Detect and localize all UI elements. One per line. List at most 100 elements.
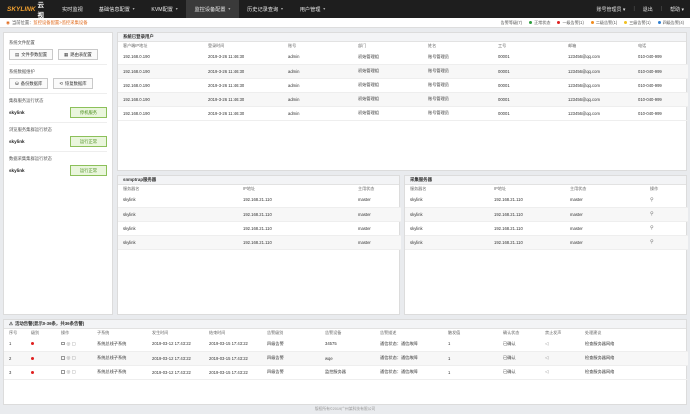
nav-item-user-mgmt[interactable]: 用户管理 ▼ (292, 0, 334, 18)
nav-item-kvm-config[interactable]: KVM配置 ▼ (143, 0, 186, 18)
table-row[interactable]: skylink 192.168.21.110 master ⚲ (405, 221, 688, 236)
panel-title: snmptrap服务器 (118, 176, 399, 185)
table-cell: 010-040-999 (633, 78, 688, 93)
table-cell: master (565, 207, 645, 222)
divider (9, 93, 107, 94)
breadcrumb-level1[interactable]: 监控设备配置 (33, 20, 59, 26)
legend-item-normal[interactable]: 正常状态 (529, 20, 550, 26)
logo-mark: SKYLINK (7, 5, 36, 13)
table-cell: master (565, 193, 645, 208)
help-link[interactable]: 帮助 ▾ (670, 6, 684, 13)
stop-service-button[interactable]: 停机服务 (70, 107, 107, 118)
speaker-icon[interactable]: ◁ (545, 369, 548, 374)
speaker-icon[interactable]: ◁ (545, 341, 548, 346)
table-row[interactable]: skylink 192.168.21.110 master ⚲ (405, 193, 688, 208)
backup-database-button[interactable]: ⛁ 备份数据库 (9, 78, 49, 89)
file-icon: ▤ (15, 51, 20, 57)
alarm-level-dot (31, 370, 34, 374)
table-cell: 2019-03-12 17:43:22 (147, 351, 204, 366)
alarm-level-dot (31, 356, 34, 360)
table-row[interactable]: 192.168.0.190 2019-3-26 11:46:30 admin 初始管理… (118, 50, 688, 65)
breadcrumb-level2[interactable]: 监控采集设备 (62, 20, 88, 26)
table-row[interactable]: 192.168.0.190 2019-3-26 11:46:30 admin 初始管理… (118, 64, 688, 79)
table-cell: 系统总线子系统 (92, 351, 147, 366)
logout-link[interactable]: 退出 (643, 6, 653, 13)
table-cell: 账号管理员 (423, 92, 493, 107)
table-cell: 检查服务器网络 (580, 337, 688, 352)
table-row[interactable]: 192.168.0.190 2019-3-26 11:46:30 admin 初始管理… (118, 106, 688, 121)
legend-item-level2[interactable]: 二级告警(1) (590, 20, 617, 26)
select-checkbox[interactable] (61, 341, 65, 346)
detail-icon[interactable]: ▢ (72, 369, 76, 374)
logged-users-panel: 系统已登录用户 客户端IP地址 登录时间 账号 部门 姓名 工号 邮箱 电话 192.168.… (117, 32, 688, 171)
nav-item-realtime[interactable]: 实时监视 (54, 0, 91, 18)
table-cell: ⚲ (645, 207, 688, 222)
snmptrap-table: 服务器名 IP地址 主用状态 skylink 192.168.21.110 master… (118, 185, 401, 250)
detail-icon[interactable]: ▢ (72, 355, 76, 360)
table-cell: skylink (405, 207, 489, 222)
status-dot (657, 21, 661, 25)
table-cell: ⚲ (645, 235, 688, 250)
panel-title: ⚠ 活动告警(显示0-36条，共36条告警) (4, 320, 686, 329)
running-status-button[interactable]: 运行正常 (70, 165, 107, 176)
select-checkbox[interactable] (61, 370, 65, 374)
table-cell: skylink (118, 207, 238, 222)
table-row[interactable]: 192.168.0.190 2019-3-26 11:46:30 admin 初始管理… (118, 78, 688, 93)
search-icon[interactable]: ⚲ (650, 225, 654, 231)
legend-item-level4[interactable]: 四级告警(4) (657, 20, 684, 26)
table-cell: 123456@qq.com (563, 78, 633, 93)
column-header: 服务器名 (123, 186, 140, 191)
column-header: 客户端IP地址 (123, 43, 148, 48)
restore-database-button[interactable]: ⟲ 恢复数据库 (53, 78, 93, 89)
nav-item-monitor-config[interactable]: 监控设备配置 ▼ (186, 0, 240, 18)
collector-table: 服务器名 IP地址 主用状态 操作 skylink 192.168.21.110 mast… (405, 185, 688, 250)
table-cell: 010-040-999 (633, 50, 688, 65)
level-cell (26, 351, 56, 366)
nav-item-history[interactable]: 历史记录查询 ▼ (239, 0, 292, 18)
speaker-icon[interactable]: ◁ (545, 355, 548, 360)
table-cell: 192.168.21.110 (238, 193, 353, 208)
table-row[interactable]: 2 ◎ ▢ 系统总线子系统 2019-03-12 17:43:22 2019-03-15… (4, 351, 688, 366)
table-row[interactable]: skylink 192.168.21.110 master ⚲ (405, 207, 688, 222)
nav-item-basic-config[interactable]: 基础信息配置 ▼ (91, 0, 144, 18)
chevron-down-icon: ▼ (280, 7, 284, 11)
table-row[interactable]: skylink 192.168.21.110 master ⚲ (405, 235, 688, 250)
app-logo[interactable]: SKYLINK 云视 (0, 0, 48, 19)
legend-item-level1[interactable]: 一级告警(1) (557, 20, 584, 26)
table-row[interactable]: skylink 192.168.21.110 master (118, 207, 401, 222)
table-row[interactable]: 3 ◎ ▢ 系统总线子系统 2019-03-12 17:43:22 2019-03-15… (4, 365, 688, 380)
table-row[interactable]: skylink 192.168.21.110 master (118, 193, 401, 208)
column-header: 电话 (638, 43, 647, 48)
detail-icon[interactable]: ▢ (72, 341, 76, 346)
chevron-down-icon: ▼ (175, 7, 179, 11)
table-cell: 已确认 (498, 337, 540, 352)
column-header: 子系统 (97, 330, 110, 335)
table-cell: admin (283, 106, 353, 121)
table-row[interactable]: 1 ◎ ▢ 系统总线子系统 2019-03-12 17:43:22 2019-03-15… (4, 337, 688, 352)
table-row[interactable]: skylink 192.168.21.110 master (118, 235, 401, 250)
user-menu: 账号管理员 ▾ | 退出 | 帮助 ▾ (597, 0, 684, 18)
legend-item-level3[interactable]: 三级告警(1) (624, 20, 651, 26)
select-checkbox[interactable] (61, 356, 65, 360)
table-cell: 123456@qq.com (563, 64, 633, 79)
column-header: 服务器名 (410, 186, 427, 191)
table-cell: 初始管理组 (353, 50, 423, 65)
running-status-button[interactable]: 运行正常 (70, 136, 107, 147)
table-cell: 2019-03-15 17:43:22 (204, 337, 262, 352)
chevron-down-icon: ▼ (227, 7, 232, 11)
table-cell: 010-040-999 (633, 106, 688, 121)
route-table-config-button[interactable]: ▦ 路由表配置 (58, 49, 98, 60)
user-dropdown[interactable]: 账号管理员 ▾ (597, 6, 626, 13)
search-icon[interactable]: ⚲ (650, 239, 654, 245)
table-row[interactable]: 192.168.0.190 2019-3-26 11:46:30 admin 初始管理… (118, 92, 688, 107)
table-row[interactable]: skylink 192.168.21.110 master (118, 221, 401, 236)
search-icon[interactable]: ⚲ (650, 211, 654, 217)
row-index: 2 (4, 351, 26, 366)
file-param-config-button[interactable]: ▤ 文件参数配置 (9, 49, 54, 60)
search-icon[interactable]: ⚲ (650, 197, 654, 203)
column-header: 禁止发声 (545, 330, 562, 335)
table-cell: 2019-3-26 11:46:30 (203, 92, 283, 107)
status-dot (557, 21, 561, 25)
footer-copyright: 版权所有©2019广州某科技有限公司 (314, 407, 376, 411)
operation-cell: ◎ ▢ (56, 351, 92, 366)
